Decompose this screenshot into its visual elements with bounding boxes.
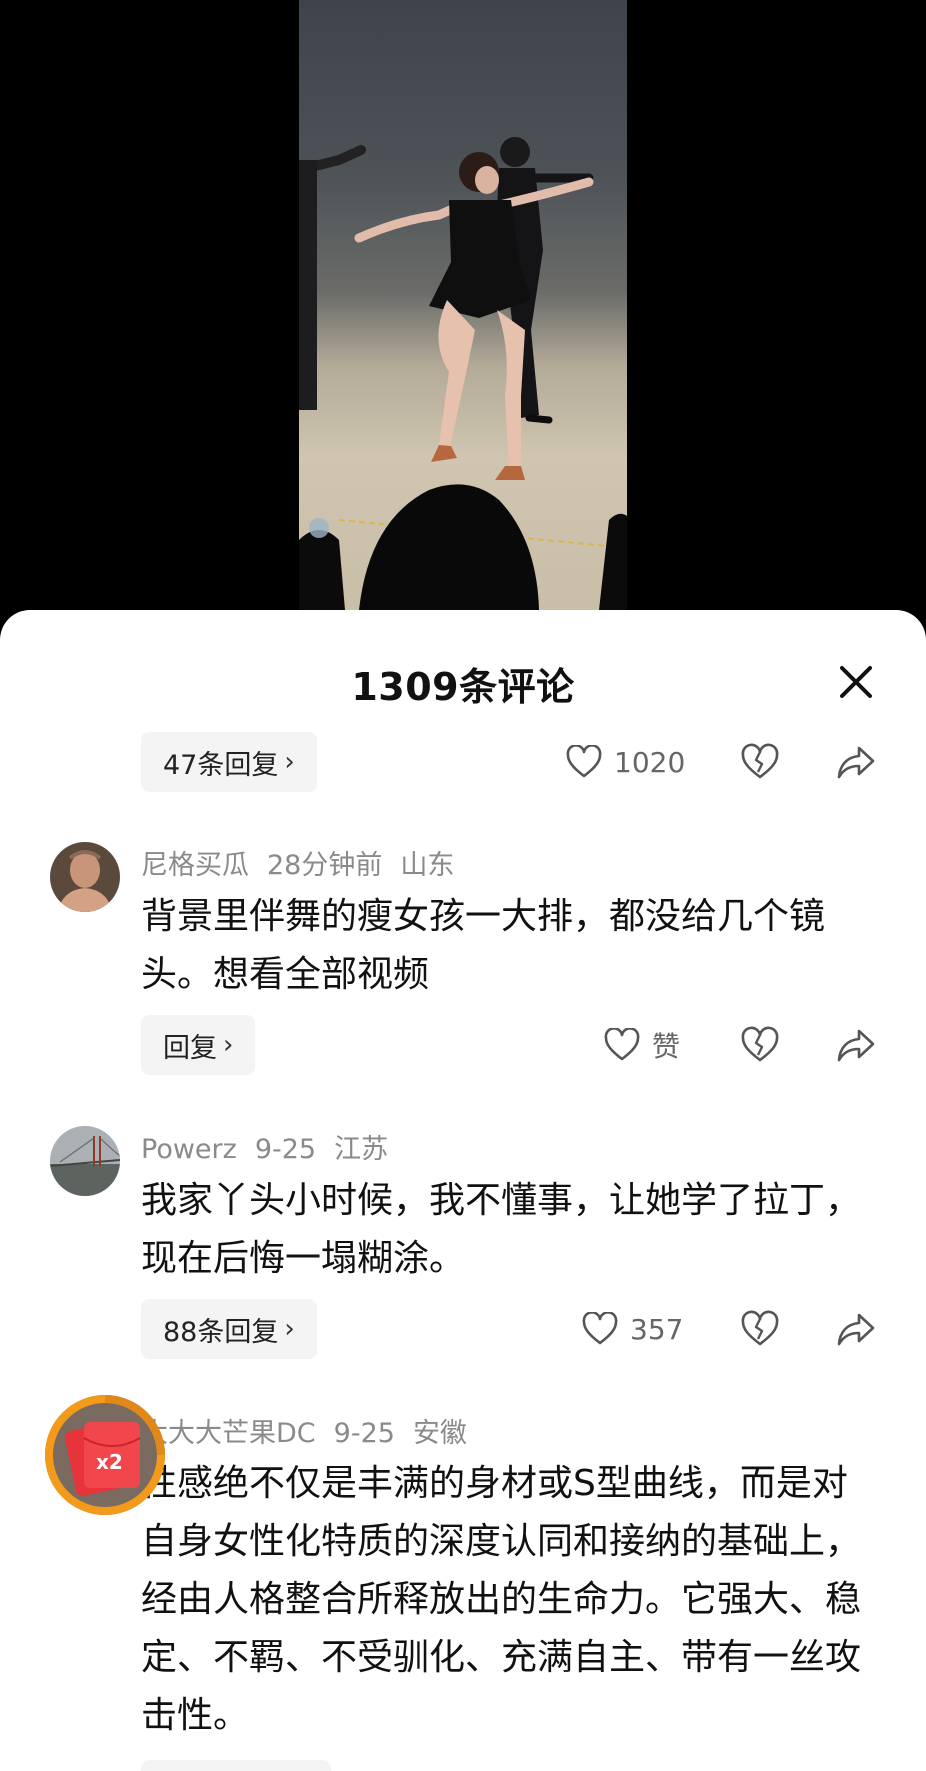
comment-actions: 47条回复 › 1020 bbox=[0, 732, 926, 792]
comment-time: 9-25 bbox=[333, 1418, 395, 1449]
comment-text[interactable]: 我家丫头小时候，我不懂事，让她学了拉丁，现在后悔一塌糊涂。 bbox=[141, 1172, 881, 1288]
reply-label: 回复 bbox=[163, 1032, 217, 1064]
reply-label: 88条回复 bbox=[163, 1316, 279, 1348]
comment-location: 安徽 bbox=[412, 1418, 467, 1449]
like-count: 赞 bbox=[652, 1030, 681, 1063]
heart-icon bbox=[566, 745, 602, 778]
comment-meta: Powerz 9-25 江苏 bbox=[141, 1127, 406, 1166]
like-button[interactable]: 1020 bbox=[566, 732, 685, 792]
comment-count-title: 1309条评论 bbox=[351, 665, 575, 709]
view-replies-button[interactable]: 88条回复 › bbox=[141, 1299, 317, 1359]
video-player[interactable] bbox=[0, 0, 926, 630]
broken-heart-icon bbox=[741, 1310, 779, 1346]
share-arrow-icon bbox=[837, 746, 875, 779]
share-button[interactable] bbox=[836, 1309, 876, 1349]
close-icon bbox=[840, 666, 872, 698]
like-button[interactable]: 赞 bbox=[604, 1015, 680, 1075]
comment-meta: 大大大芒果DC 9-25 安徽 bbox=[141, 1411, 485, 1450]
dislike-button[interactable] bbox=[740, 742, 780, 782]
comment-meta: 尼格买瓜 28分钟前 山东 bbox=[141, 843, 472, 882]
avatar[interactable] bbox=[50, 842, 120, 912]
heart-icon bbox=[582, 1312, 618, 1345]
avatar[interactable] bbox=[50, 1126, 120, 1196]
video-frame[interactable] bbox=[299, 0, 627, 610]
comment-actions: 88条回复 › 357 bbox=[0, 1299, 926, 1359]
comment-actions: 回复 › 赞 bbox=[0, 1015, 926, 1075]
heart-icon bbox=[604, 1028, 640, 1061]
reply-label: 47条回复 bbox=[163, 749, 279, 781]
view-replies-button[interactable]: 47条回复 › bbox=[141, 732, 317, 792]
reply-button[interactable] bbox=[141, 1760, 331, 1771]
broken-heart-icon bbox=[741, 1026, 779, 1062]
comment-sheet: 1309条评论 47条回复 › 1020 尼格买瓜 28分钟前 山东 背景里伴舞… bbox=[0, 610, 926, 1771]
share-button[interactable] bbox=[836, 742, 876, 782]
share-arrow-icon bbox=[837, 1029, 875, 1062]
broken-heart-icon bbox=[741, 743, 779, 779]
like-count: 1020 bbox=[614, 745, 686, 779]
video-still bbox=[299, 137, 627, 610]
reply-button[interactable]: 回复 › bbox=[141, 1015, 256, 1075]
username[interactable]: 尼格买瓜 bbox=[141, 850, 249, 881]
chevron-right-icon: › bbox=[284, 747, 295, 777]
comment-time: 28分钟前 bbox=[267, 850, 383, 881]
dislike-button[interactable] bbox=[740, 1025, 780, 1065]
like-button[interactable]: 357 bbox=[582, 1299, 683, 1359]
share-button[interactable] bbox=[836, 1025, 876, 1065]
dislike-button[interactable] bbox=[740, 1309, 780, 1349]
comment-text[interactable]: 背景里伴舞的瘦女孩一大排，都没给几个镜头。想看全部视频 bbox=[141, 888, 881, 1004]
comment-location: 山东 bbox=[400, 850, 455, 881]
chevron-right-icon: › bbox=[223, 1030, 234, 1060]
red-envelope-badge[interactable]: x2 bbox=[40, 1390, 170, 1520]
like-count: 357 bbox=[630, 1312, 684, 1346]
comment-location: 江苏 bbox=[334, 1134, 389, 1165]
close-button[interactable] bbox=[836, 662, 876, 702]
share-arrow-icon bbox=[837, 1313, 875, 1346]
username[interactable]: Powerz bbox=[141, 1134, 237, 1165]
comment-time: 9-25 bbox=[254, 1134, 317, 1165]
badge-label: x2 bbox=[96, 1450, 123, 1474]
chevron-right-icon: › bbox=[284, 1314, 295, 1344]
comment-text[interactable]: 性感绝不仅是丰满的身材或S型曲线，而是对自身女性化特质的深度认同和接纳的基础上，… bbox=[141, 1455, 881, 1745]
